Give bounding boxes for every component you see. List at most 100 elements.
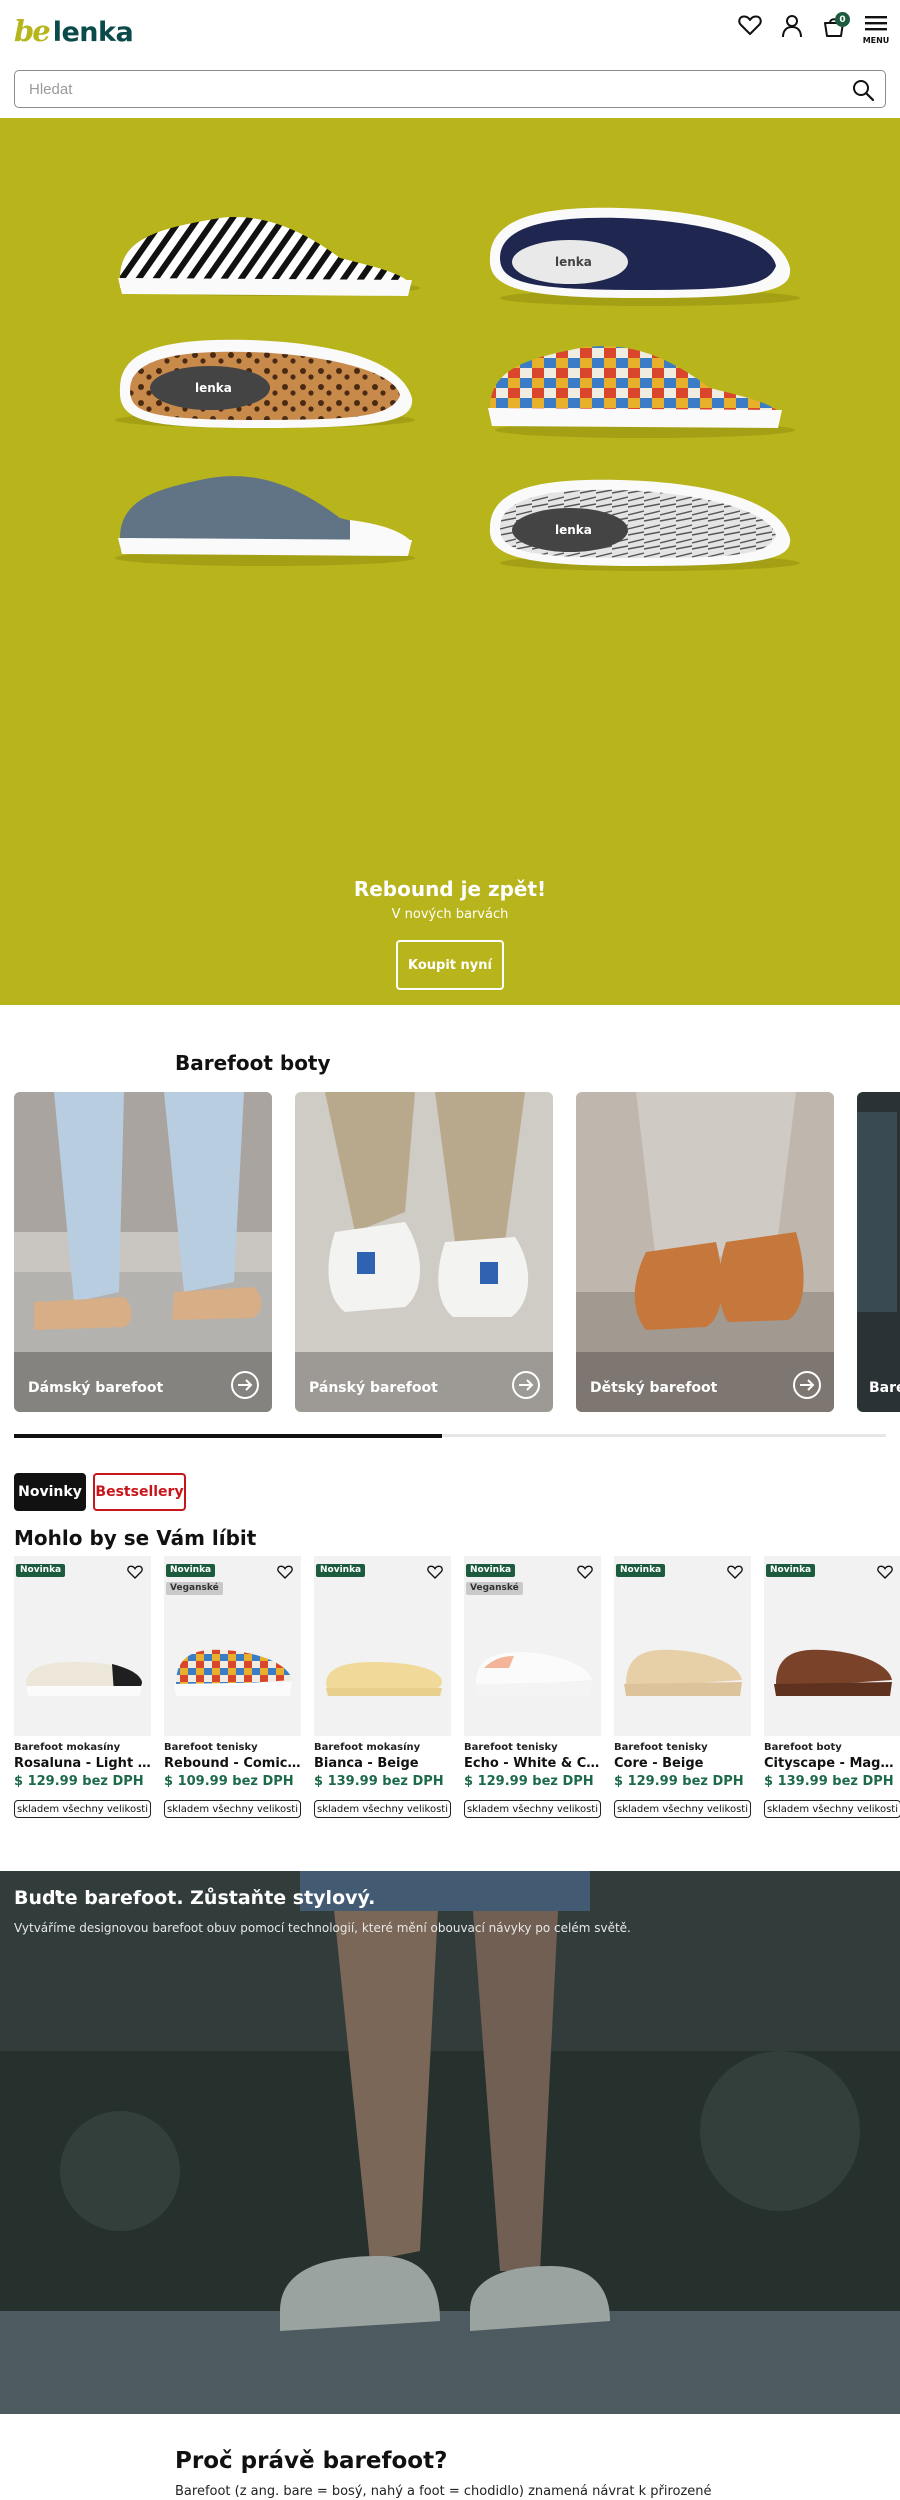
category-card-kids[interactable]: Dětský barefoot bbox=[576, 1092, 834, 1412]
lifestyle-banner: Buďte barefoot. Zůstaňte stylový. Vytvář… bbox=[0, 1871, 900, 2414]
product-card[interactable]: Novinka Barefoot boty Cityscape - Magn… … bbox=[764, 1556, 900, 1824]
product-card[interactable]: Novinka Barefoot tenisky Core - Beige $ … bbox=[614, 1556, 751, 1824]
svg-text:lenka: lenka bbox=[195, 381, 232, 395]
hero-banner[interactable]: lenka lenka lenka Rebound je zpět! V nov… bbox=[0, 118, 900, 1005]
logo-be: be bbox=[14, 14, 51, 48]
banner-title: Buďte barefoot. Zůstaňte stylový. bbox=[14, 1887, 376, 1909]
search-bar bbox=[14, 70, 886, 108]
product-name[interactable]: Rebound - Comic… bbox=[164, 1756, 301, 1771]
hero-subtitle: V nových barvách bbox=[391, 907, 509, 922]
tab-bestsellers[interactable]: Bestsellery bbox=[93, 1473, 186, 1511]
product-category: Barefoot mokasíny bbox=[14, 1742, 121, 1753]
badge-new: Novinka bbox=[616, 1564, 666, 1577]
stock-button[interactable]: skladem všechny velikosti bbox=[464, 1800, 601, 1818]
category-card-partial[interactable]: Bare bbox=[857, 1092, 900, 1412]
category-label-partial: Bare bbox=[869, 1380, 900, 1396]
banner-image bbox=[0, 1871, 900, 2414]
badge-new: Novinka bbox=[16, 1564, 66, 1577]
wishlist-button[interactable] bbox=[736, 14, 764, 48]
svg-text:lenka: lenka bbox=[555, 255, 592, 269]
heart-icon[interactable] bbox=[127, 1564, 143, 1580]
badge-vegan: Veganské bbox=[466, 1582, 523, 1595]
product-image[interactable]: Novinka bbox=[14, 1556, 151, 1736]
categories-title: Barefoot boty bbox=[175, 1051, 331, 1075]
logo-text: lenka bbox=[52, 17, 134, 48]
hero-title: Rebound je zpět! bbox=[353, 877, 547, 901]
svg-text:lenka: lenka bbox=[555, 523, 592, 537]
badge-new: Novinka bbox=[766, 1564, 816, 1577]
product-name[interactable]: Cityscape - Magn… bbox=[764, 1756, 900, 1771]
product-category: Barefoot tenisky bbox=[164, 1742, 258, 1753]
logo[interactable]: be lenka bbox=[14, 14, 134, 54]
badge-new: Novinka bbox=[316, 1564, 366, 1577]
arrow-right-icon bbox=[793, 1371, 821, 1399]
product-price: $ 139.99 bez DPH bbox=[764, 1774, 894, 1789]
stock-button[interactable]: skladem všechny velikosti bbox=[764, 1800, 900, 1818]
badge-new: Novinka bbox=[166, 1564, 216, 1577]
product-card[interactable]: Novinka Barefoot mokasíny Bianca - Beige… bbox=[314, 1556, 451, 1824]
product-image[interactable]: Novinka bbox=[614, 1556, 751, 1736]
product-category: Barefoot boty bbox=[764, 1742, 842, 1753]
tab-new[interactable]: Novinky bbox=[14, 1473, 86, 1511]
arrow-right-icon bbox=[512, 1371, 540, 1399]
cart-count-badge: 0 bbox=[835, 12, 850, 27]
carousel-scrollbar-thumb[interactable] bbox=[14, 1434, 442, 1438]
hero-buy-now-button[interactable]: Koupit nyní bbox=[396, 940, 504, 990]
why-barefoot-text: Barefoot (z ang. bare = bosý, nahý a foo… bbox=[175, 2484, 712, 2499]
heart-icon[interactable] bbox=[277, 1564, 293, 1580]
product-card[interactable]: Novinka Barefoot mokasíny Rosaluna - Lig… bbox=[14, 1556, 151, 1824]
why-barefoot-title: Proč právě barefoot? bbox=[175, 2448, 448, 2474]
arrow-right-icon bbox=[231, 1371, 259, 1399]
product-price: $ 129.99 bez DPH bbox=[464, 1774, 594, 1789]
product-price: $ 109.99 bez DPH bbox=[164, 1774, 294, 1789]
product-carousel: Novinka Barefoot mokasíny Rosaluna - Lig… bbox=[14, 1556, 900, 1826]
product-card[interactable]: Novinka Veganské Barefoot tenisky Reboun… bbox=[164, 1556, 301, 1824]
badge-vegan: Veganské bbox=[166, 1582, 223, 1595]
category-women-image bbox=[14, 1092, 272, 1412]
products-title: Mohlo by se Vám líbit bbox=[14, 1526, 257, 1550]
banner-subtitle: Vytváříme designovou barefoot obuv pomoc… bbox=[14, 1921, 631, 1935]
product-name[interactable]: Core - Beige bbox=[614, 1756, 751, 1771]
search-icon[interactable] bbox=[851, 78, 875, 102]
heart-icon[interactable] bbox=[577, 1564, 593, 1580]
category-partial-image bbox=[857, 1092, 900, 1412]
category-label-men: Pánský barefoot bbox=[309, 1380, 438, 1396]
stock-button[interactable]: skladem všechny velikosti bbox=[614, 1800, 751, 1818]
product-image[interactable]: Novinka bbox=[314, 1556, 451, 1736]
menu-icon bbox=[865, 16, 887, 31]
user-icon bbox=[782, 15, 802, 38]
heart-icon[interactable] bbox=[727, 1564, 743, 1580]
product-image[interactable]: Novinka bbox=[764, 1556, 900, 1736]
product-image[interactable]: Novinka Veganské bbox=[164, 1556, 301, 1736]
account-button[interactable] bbox=[778, 14, 806, 48]
heart-icon[interactable] bbox=[877, 1564, 893, 1580]
search-input[interactable] bbox=[15, 71, 815, 107]
product-image[interactable]: Novinka Veganské bbox=[464, 1556, 601, 1736]
product-price: $ 139.99 bez DPH bbox=[314, 1774, 444, 1789]
product-name[interactable]: Rosaluna - Light B… bbox=[14, 1756, 151, 1771]
stock-button[interactable]: skladem všechny velikosti bbox=[14, 1800, 151, 1818]
stock-button[interactable]: skladem všechny velikosti bbox=[314, 1800, 451, 1818]
site-header: be lenka 0 MENU bbox=[0, 0, 900, 66]
category-men-image bbox=[295, 1092, 553, 1412]
menu-button[interactable]: MENU bbox=[862, 14, 890, 48]
menu-label: MENU bbox=[862, 36, 890, 45]
product-price: $ 129.99 bez DPH bbox=[14, 1774, 144, 1789]
hero-shoes-image: lenka lenka lenka bbox=[115, 207, 800, 571]
product-category: Barefoot tenisky bbox=[614, 1742, 708, 1753]
category-carousel[interactable]: Dámský barefoot Pánský barefoot Dětský b… bbox=[14, 1092, 900, 1414]
stock-button[interactable]: skladem všechny velikosti bbox=[164, 1800, 301, 1818]
category-label-women: Dámský barefoot bbox=[28, 1380, 164, 1396]
product-name[interactable]: Echo - White & Co… bbox=[464, 1756, 601, 1771]
category-card-women[interactable]: Dámský barefoot bbox=[14, 1092, 272, 1412]
product-card[interactable]: Novinka Veganské Barefoot tenisky Echo -… bbox=[464, 1556, 601, 1824]
carousel-scrollbar[interactable] bbox=[14, 1434, 886, 1438]
product-name[interactable]: Bianca - Beige bbox=[314, 1756, 451, 1771]
header-icons: 0 MENU bbox=[736, 12, 890, 48]
cart-button[interactable]: 0 bbox=[820, 12, 850, 48]
heart-icon[interactable] bbox=[427, 1564, 443, 1580]
category-label-kids: Dětský barefoot bbox=[590, 1380, 718, 1396]
category-card-men[interactable]: Pánský barefoot bbox=[295, 1092, 553, 1412]
heart-icon bbox=[738, 15, 762, 35]
product-category: Barefoot mokasíny bbox=[314, 1742, 421, 1753]
